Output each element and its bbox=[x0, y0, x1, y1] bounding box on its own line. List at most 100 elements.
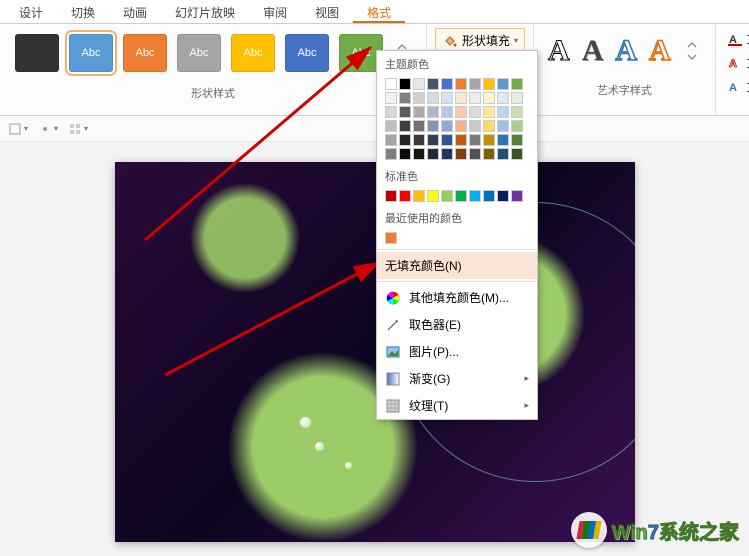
tab-animation[interactable]: 动画 bbox=[109, 0, 161, 23]
color-swatch[interactable] bbox=[399, 148, 411, 160]
color-swatch[interactable] bbox=[399, 92, 411, 104]
color-swatch[interactable] bbox=[399, 120, 411, 132]
color-swatch[interactable] bbox=[413, 134, 425, 146]
secondary-dd-2[interactable]: ▾ bbox=[38, 122, 58, 136]
shape-style-swatch-1[interactable]: Abc bbox=[69, 34, 113, 72]
color-swatch[interactable] bbox=[427, 92, 439, 104]
color-swatch[interactable] bbox=[385, 92, 397, 104]
tab-transition[interactable]: 切换 bbox=[57, 0, 109, 23]
color-swatch[interactable] bbox=[385, 148, 397, 160]
color-swatch[interactable] bbox=[399, 190, 411, 202]
wordart-style-4[interactable]: A bbox=[649, 34, 671, 68]
color-swatch[interactable] bbox=[413, 148, 425, 160]
color-swatch[interactable] bbox=[497, 190, 509, 202]
wordart-more-button[interactable] bbox=[683, 34, 701, 68]
color-swatch[interactable] bbox=[511, 106, 523, 118]
text-effect-button[interactable]: A 文本效果▾ bbox=[724, 76, 749, 97]
wordart-style-3[interactable]: A bbox=[615, 34, 637, 68]
shape-style-swatch-5[interactable]: Abc bbox=[285, 34, 329, 72]
color-swatch[interactable] bbox=[413, 190, 425, 202]
shape-style-swatch-4[interactable]: Abc bbox=[231, 34, 275, 72]
color-swatch[interactable] bbox=[469, 106, 481, 118]
color-swatch[interactable] bbox=[511, 134, 523, 146]
color-swatch[interactable] bbox=[511, 120, 523, 132]
color-swatch[interactable] bbox=[483, 134, 495, 146]
text-outline-button[interactable]: A 文本轮廓▾ bbox=[724, 52, 749, 73]
color-swatch[interactable] bbox=[497, 92, 509, 104]
shape-style-swatch-0[interactable] bbox=[15, 34, 59, 72]
color-swatch[interactable] bbox=[441, 120, 453, 132]
color-swatch[interactable] bbox=[427, 78, 439, 90]
color-swatch[interactable] bbox=[511, 78, 523, 90]
color-swatch[interactable] bbox=[427, 106, 439, 118]
color-swatch[interactable] bbox=[413, 78, 425, 90]
secondary-dd-3[interactable]: ▾ bbox=[68, 122, 88, 136]
color-swatch[interactable] bbox=[427, 148, 439, 160]
color-swatch[interactable] bbox=[497, 78, 509, 90]
color-swatch[interactable] bbox=[427, 134, 439, 146]
color-swatch[interactable] bbox=[469, 148, 481, 160]
color-swatch[interactable] bbox=[441, 190, 453, 202]
color-swatch[interactable] bbox=[441, 92, 453, 104]
wordart-style-1[interactable]: A bbox=[548, 34, 570, 68]
text-fill-button[interactable]: A 文本填充▾ bbox=[724, 28, 749, 49]
color-swatch[interactable] bbox=[399, 106, 411, 118]
color-swatch[interactable] bbox=[483, 92, 495, 104]
color-swatch[interactable] bbox=[399, 78, 411, 90]
gradient-fill-item[interactable]: 渐变(G) ▸ bbox=[377, 365, 537, 392]
slide[interactable] bbox=[115, 162, 635, 542]
color-swatch[interactable] bbox=[511, 190, 523, 202]
color-swatch[interactable] bbox=[441, 148, 453, 160]
color-swatch[interactable] bbox=[483, 78, 495, 90]
wordart-style-2[interactable]: A bbox=[582, 34, 604, 68]
color-swatch[interactable] bbox=[441, 106, 453, 118]
color-swatch[interactable] bbox=[427, 120, 439, 132]
no-fill-item[interactable]: 无填充颜色(N) bbox=[377, 252, 537, 279]
color-swatch[interactable] bbox=[385, 106, 397, 118]
tab-format[interactable]: 格式 bbox=[353, 0, 405, 23]
color-swatch[interactable] bbox=[455, 134, 467, 146]
color-swatch[interactable] bbox=[413, 120, 425, 132]
color-swatch[interactable] bbox=[455, 106, 467, 118]
color-swatch[interactable] bbox=[455, 92, 467, 104]
eyedropper-item[interactable]: 取色器(E) bbox=[377, 311, 537, 338]
picture-fill-item[interactable]: 图片(P)... bbox=[377, 338, 537, 365]
color-swatch[interactable] bbox=[469, 78, 481, 90]
texture-fill-item[interactable]: 纹理(T) ▸ bbox=[377, 392, 537, 419]
color-swatch[interactable] bbox=[413, 92, 425, 104]
shape-style-swatch-3[interactable]: Abc bbox=[177, 34, 221, 72]
color-swatch[interactable] bbox=[469, 190, 481, 202]
color-swatch[interactable] bbox=[385, 134, 397, 146]
tab-review[interactable]: 审阅 bbox=[249, 0, 301, 23]
color-swatch[interactable] bbox=[455, 148, 467, 160]
tab-slideshow[interactable]: 幻灯片放映 bbox=[161, 0, 249, 23]
color-swatch[interactable] bbox=[483, 106, 495, 118]
more-colors-item[interactable]: 其他填充颜色(M)... bbox=[377, 284, 537, 311]
color-swatch[interactable] bbox=[427, 190, 439, 202]
secondary-dd-1[interactable]: ▾ bbox=[8, 122, 28, 136]
color-swatch[interactable] bbox=[455, 190, 467, 202]
color-swatch[interactable] bbox=[497, 120, 509, 132]
color-swatch[interactable] bbox=[455, 78, 467, 90]
color-swatch[interactable] bbox=[441, 78, 453, 90]
color-swatch[interactable] bbox=[511, 148, 523, 160]
shape-style-swatch-2[interactable]: Abc bbox=[123, 34, 167, 72]
tab-view[interactable]: 视图 bbox=[301, 0, 353, 23]
color-swatch[interactable] bbox=[385, 120, 397, 132]
color-swatch[interactable] bbox=[385, 78, 397, 90]
color-swatch[interactable] bbox=[497, 148, 509, 160]
color-swatch[interactable] bbox=[483, 120, 495, 132]
color-swatch[interactable] bbox=[413, 106, 425, 118]
color-swatch[interactable] bbox=[497, 106, 509, 118]
color-swatch[interactable] bbox=[455, 120, 467, 132]
color-swatch[interactable] bbox=[441, 134, 453, 146]
color-swatch[interactable] bbox=[511, 92, 523, 104]
color-swatch[interactable] bbox=[385, 232, 397, 244]
color-swatch[interactable] bbox=[497, 134, 509, 146]
color-swatch[interactable] bbox=[483, 190, 495, 202]
color-swatch[interactable] bbox=[483, 148, 495, 160]
color-swatch[interactable] bbox=[469, 134, 481, 146]
color-swatch[interactable] bbox=[469, 92, 481, 104]
color-swatch[interactable] bbox=[399, 134, 411, 146]
color-swatch[interactable] bbox=[469, 120, 481, 132]
